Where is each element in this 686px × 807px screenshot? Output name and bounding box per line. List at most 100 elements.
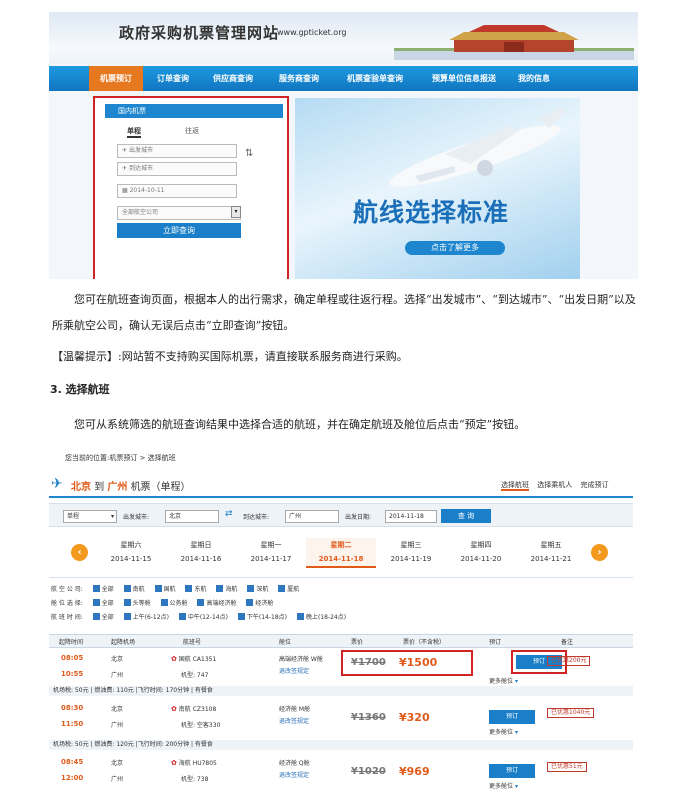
checkbox[interactable] bbox=[92, 613, 100, 620]
checkbox[interactable] bbox=[246, 599, 254, 606]
col-time[interactable]: 起降时间 bbox=[59, 637, 83, 646]
from-city-input[interactable]: ✈ 出发城市 bbox=[117, 144, 237, 158]
tab-strip bbox=[159, 104, 283, 118]
from-city-field[interactable]: 北京 bbox=[165, 510, 219, 523]
flight-search-panel: 国内机票 单程 往返 ✈ 出发城市 ✈ 到达城市 ⇅ ▦ 2014-10-11 … bbox=[93, 96, 289, 279]
site-url: www.gpticket.org bbox=[277, 28, 347, 37]
checkbox[interactable] bbox=[178, 613, 186, 620]
date-input[interactable]: ▦ 2014-10-11 bbox=[117, 184, 237, 198]
day-cell[interactable]: 星期四 2014-11-20 bbox=[446, 538, 516, 566]
route-from: 北京 bbox=[71, 482, 91, 493]
book-button[interactable]: 预订 bbox=[489, 764, 535, 778]
oneway-option[interactable]: 单程 bbox=[127, 126, 141, 138]
from-label: 出发城市: bbox=[123, 514, 150, 521]
checkbox[interactable] bbox=[154, 585, 162, 592]
nav-check-query[interactable]: 机票查验单查询 bbox=[337, 66, 413, 91]
checkbox[interactable] bbox=[123, 585, 131, 592]
checkbox[interactable] bbox=[185, 585, 193, 592]
col-book: 预订 bbox=[489, 639, 502, 646]
plane-icon: ✈ bbox=[51, 476, 63, 492]
promo-headline: 航线选择标准 bbox=[353, 198, 510, 227]
to-city-field[interactable]: 广州 bbox=[285, 510, 339, 523]
airline-select[interactable]: 全部航空公司 bbox=[117, 206, 241, 220]
discount-badge: 已优惠200元 bbox=[547, 656, 591, 666]
route-suffix: 机票（单程） bbox=[130, 482, 191, 493]
chevron-down-icon: ▾ bbox=[514, 729, 518, 736]
checkbox[interactable] bbox=[123, 613, 131, 620]
checkbox[interactable] bbox=[197, 599, 205, 606]
prev-week-button[interactable]: ‹ bbox=[71, 544, 88, 561]
checkbox[interactable] bbox=[247, 585, 255, 592]
refund-rule-link[interactable]: 退改签规定 bbox=[279, 666, 309, 675]
tab-domestic[interactable]: 国内机票 bbox=[105, 104, 159, 118]
col-cabin: 舱位 bbox=[279, 639, 292, 646]
chevron-down-icon[interactable]: ▾ bbox=[231, 206, 241, 218]
search-now-button[interactable]: 立即查询 bbox=[117, 223, 241, 238]
checkbox[interactable] bbox=[92, 585, 100, 592]
checkbox[interactable] bbox=[216, 585, 224, 592]
date-label: 出发日期: bbox=[345, 514, 372, 521]
day-cell[interactable]: 星期日 2014-11-16 bbox=[166, 538, 236, 566]
step-select-flight: 选择航班 bbox=[501, 481, 529, 491]
swap-icon[interactable]: ⇄ bbox=[225, 509, 233, 519]
booking-steps: 选择航班 选择乘机人 完成预订 bbox=[501, 480, 614, 491]
airline-logo-icon: ✿ bbox=[171, 705, 177, 713]
more-cabins-link[interactable]: 更多舱位 ▾ bbox=[489, 676, 518, 685]
flight-row: 08:05 10:55 北京 广州 ✿ 国航 CA1351 机型: 747 高端… bbox=[49, 650, 633, 686]
date-field[interactable]: 2014-11-18 bbox=[385, 510, 437, 523]
paragraph-select-instructions: 您可从系统筛选的航班查询结果中选择合适的航班，并在确定航班及舱位后点击“预定”按… bbox=[74, 418, 526, 431]
chevron-down-icon: ▾ bbox=[110, 513, 114, 520]
route-to: 广州 bbox=[107, 482, 128, 493]
query-button[interactable]: 查 询 bbox=[441, 509, 491, 523]
more-cabins-link[interactable]: 更多舱位 ▾ bbox=[489, 727, 518, 736]
checkbox[interactable] bbox=[296, 613, 304, 620]
day-cell[interactable]: 星期三 2014-11-19 bbox=[376, 538, 446, 566]
promo-banner[interactable]: 航线选择标准 点击了解更多 bbox=[295, 98, 580, 279]
next-week-button[interactable]: › bbox=[591, 544, 608, 561]
flight-info-bar: 机场税: 50元 | 燃油费: 120元 |飞行时间: 200分钟 | 有餐食 bbox=[49, 740, 633, 750]
time-filter-row: 航 班 时 间: 全部 上午(6-12点) 中午(12-14点) 下午(14-1… bbox=[51, 613, 347, 621]
checkbox[interactable] bbox=[237, 613, 245, 620]
nav-service-query[interactable]: 服务商查询 bbox=[271, 66, 327, 91]
nav-ticket-booking[interactable]: 机票预订 bbox=[89, 66, 143, 91]
nav-my-info[interactable]: 我的信息 bbox=[511, 66, 557, 91]
trip-type-select[interactable]: 单程 ▾ bbox=[63, 510, 117, 523]
carousel-dots[interactable] bbox=[527, 274, 566, 279]
refund-rule-link[interactable]: 退改签规定 bbox=[279, 770, 309, 779]
col-airport: 起降机场 bbox=[111, 639, 136, 646]
day-cell[interactable]: 星期六 2014-11-15 bbox=[96, 538, 166, 566]
nav-supplier-query[interactable]: 供应商查询 bbox=[205, 66, 261, 91]
results-table-header: 起降时间 起降机场 航班号 舱位 票价 票价（不含税） 预订 备注 bbox=[49, 634, 633, 648]
flight-row: 08:30 11:50 北京 广州 ✿ 南航 CZ3108 机型: 空客330 … bbox=[49, 700, 633, 736]
checkbox[interactable] bbox=[278, 585, 286, 592]
airline-logo-icon: ✿ bbox=[171, 655, 177, 663]
date-strip: ‹ 星期六 2014-11-15 星期日 2014-11-16 星期一 2014-11… bbox=[49, 530, 633, 578]
plane-icon: ✈ bbox=[122, 147, 129, 154]
roundtrip-option[interactable]: 往返 bbox=[185, 126, 199, 136]
cabin-filter-row: 舱 位 选 择: 全部 头等舱 公务舱 高端经济舱 经济舱 bbox=[51, 599, 274, 607]
chevron-down-icon: ▾ bbox=[514, 783, 518, 790]
airplane-illustration bbox=[389, 108, 565, 187]
refund-rule-link[interactable]: 退改签规定 bbox=[279, 716, 309, 725]
to-label: 到达城市: bbox=[243, 514, 270, 521]
breadcrumb: 您当前的位置:机票预订 > 选择航班 bbox=[65, 454, 176, 462]
day-cell-selected[interactable]: 星期二 2014-11-18 bbox=[306, 538, 376, 568]
nav-order-query[interactable]: 订单查询 bbox=[149, 66, 197, 91]
checkbox[interactable] bbox=[92, 599, 100, 606]
checkbox[interactable] bbox=[160, 599, 168, 606]
day-cell[interactable]: 星期五 2014-11-21 bbox=[516, 538, 586, 566]
learn-more-link[interactable]: 点击了解更多 bbox=[405, 241, 505, 255]
swap-icon[interactable]: ⇅ bbox=[245, 148, 253, 159]
col-net-price[interactable]: 票价（不含税） bbox=[403, 637, 445, 646]
chevron-down-icon: ▾ bbox=[514, 678, 518, 685]
book-button[interactable]: 预订 bbox=[489, 710, 535, 724]
paragraph-tip: 【温馨提示】:网站暂不支持购买国际机票，请直接联系服务商进行采购。 bbox=[52, 350, 408, 363]
site-title: 政府采购机票管理网站 bbox=[119, 24, 280, 42]
to-city-input[interactable]: ✈ 到达城市 bbox=[117, 162, 237, 176]
day-cell[interactable]: 星期一 2014-11-17 bbox=[236, 538, 306, 566]
checkbox[interactable] bbox=[123, 599, 131, 606]
col-flight: 航班号 bbox=[183, 639, 202, 646]
query-bar: 单程 ▾ 出发城市: 北京 ⇄ 到达城市: 广州 出发日期: 2014-11-18… bbox=[49, 503, 633, 527]
more-cabins-link[interactable]: 更多舱位 ▾ bbox=[489, 781, 518, 790]
nav-budget-report[interactable]: 预算单位信息报送 bbox=[419, 66, 509, 91]
